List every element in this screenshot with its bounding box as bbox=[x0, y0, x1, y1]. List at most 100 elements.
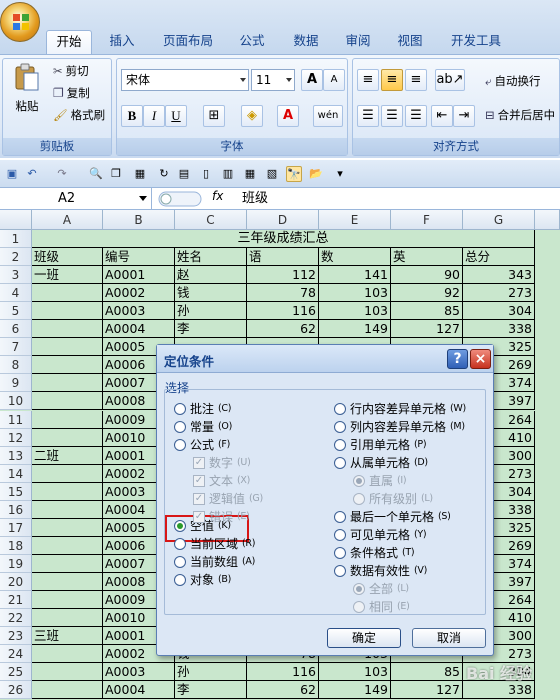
column-header[interactable]: C bbox=[175, 210, 247, 230]
decrease-indent-button[interactable]: ⇤ bbox=[431, 105, 453, 127]
table-cell[interactable]: 62 bbox=[247, 681, 319, 700]
table-cell[interactable]: 85 bbox=[391, 663, 463, 682]
option-1[interactable]: 常量 (O) bbox=[174, 418, 232, 435]
table-cell[interactable]: 钱 bbox=[175, 284, 247, 303]
merge-center-button[interactable]: ⊟ 合并后居中 bbox=[485, 107, 555, 123]
grow-font-button[interactable]: A bbox=[301, 69, 323, 91]
table-cell[interactable] bbox=[32, 518, 103, 537]
borders-button[interactable]: ⊞ bbox=[203, 105, 225, 127]
align-left-button[interactable]: ☰ bbox=[357, 105, 379, 127]
font-color-button[interactable]: A bbox=[277, 105, 299, 127]
table-cell[interactable] bbox=[32, 302, 103, 321]
find-icon[interactable]: 🔭 bbox=[286, 166, 302, 182]
align-center-button[interactable]: ☰ bbox=[381, 105, 403, 127]
customize-qat-icon[interactable]: ▾ bbox=[332, 166, 348, 182]
table-cell[interactable] bbox=[32, 464, 103, 483]
table-cell[interactable] bbox=[32, 536, 103, 555]
row-header[interactable]: 6 bbox=[0, 320, 32, 339]
table-cell[interactable] bbox=[32, 645, 103, 664]
row-header[interactable]: 20 bbox=[0, 572, 32, 591]
corner-cell[interactable] bbox=[0, 210, 32, 230]
row-header[interactable]: 23 bbox=[0, 627, 32, 646]
right-option-3[interactable]: 从属单元格 (D) bbox=[334, 454, 428, 471]
row-header[interactable]: 8 bbox=[0, 356, 32, 375]
table-cell[interactable]: 90 bbox=[391, 266, 463, 285]
close-button[interactable]: × bbox=[470, 349, 491, 369]
table-cell[interactable] bbox=[32, 500, 103, 519]
table-cell[interactable] bbox=[32, 681, 103, 700]
row-header[interactable]: 22 bbox=[0, 609, 32, 628]
table-cell[interactable] bbox=[32, 428, 103, 447]
table-cell[interactable]: 姓名 bbox=[175, 248, 247, 267]
refresh-icon[interactable]: ↻ bbox=[156, 166, 172, 182]
table-cell[interactable]: 一班 bbox=[32, 266, 103, 285]
column-header[interactable]: E bbox=[319, 210, 391, 230]
table-cell[interactable] bbox=[32, 284, 103, 303]
table-cell[interactable]: A0004 bbox=[103, 320, 175, 339]
wrap-text-button[interactable]: ⤶ 自动换行 bbox=[485, 73, 540, 89]
row-header[interactable]: 1 bbox=[0, 230, 32, 248]
increase-indent-button[interactable]: ⇥ bbox=[453, 105, 475, 127]
table-cell[interactable]: 三班 bbox=[32, 627, 103, 646]
table-cell[interactable] bbox=[32, 591, 103, 609]
align-right-button[interactable]: ☰ bbox=[405, 105, 427, 127]
table-cell[interactable]: 304 bbox=[463, 302, 535, 321]
option-6[interactable]: 对象 (B) bbox=[174, 571, 231, 588]
dependents-direct-option[interactable]: 直属 (I) bbox=[353, 472, 407, 489]
option-4[interactable]: 当前区域 (R) bbox=[174, 535, 255, 552]
undo-icon[interactable]: ↶ bbox=[24, 166, 40, 182]
table-cell[interactable]: 英 bbox=[391, 248, 463, 267]
help-button[interactable]: ? bbox=[447, 349, 468, 369]
table-cell[interactable] bbox=[32, 554, 103, 573]
cancel-button[interactable]: 取消 bbox=[412, 628, 486, 648]
copy-toolbar-icon[interactable]: ❐ bbox=[108, 166, 124, 182]
tab-developer[interactable]: 开发工具 bbox=[444, 30, 508, 54]
print-preview-icon[interactable]: 🔍 bbox=[88, 166, 104, 182]
formula-value[interactable]: 班级 bbox=[242, 188, 268, 209]
table-cell[interactable]: A0002 bbox=[103, 284, 175, 303]
row-header[interactable]: 14 bbox=[0, 464, 32, 483]
row-header[interactable]: 13 bbox=[0, 446, 32, 465]
shrink-font-button[interactable]: A bbox=[323, 69, 345, 91]
table-cell[interactable]: 338 bbox=[463, 320, 535, 339]
row-header[interactable]: 12 bbox=[0, 428, 32, 447]
sheet-icon[interactable]: ▥ bbox=[220, 166, 236, 182]
cut-button[interactable]: ✂ 剪切 bbox=[53, 63, 89, 79]
right-option-5[interactable]: 可见单元格 (Y) bbox=[334, 526, 427, 543]
right-option-6[interactable]: 条件格式 (T) bbox=[334, 544, 415, 561]
row-header[interactable]: 18 bbox=[0, 536, 32, 555]
table-cell[interactable]: 149 bbox=[319, 681, 391, 700]
table-cell[interactable]: 数 bbox=[319, 248, 391, 267]
row-header[interactable]: 15 bbox=[0, 482, 32, 501]
right-option-2[interactable]: 引用单元格 (P) bbox=[334, 436, 427, 453]
table-cell[interactable] bbox=[32, 609, 103, 628]
table-cell[interactable]: A0003 bbox=[103, 663, 175, 682]
ok-button[interactable]: 确定 bbox=[327, 628, 401, 648]
row-header[interactable]: 10 bbox=[0, 392, 32, 411]
phonetic-button[interactable]: wén bbox=[313, 105, 343, 127]
table-cell[interactable]: 127 bbox=[391, 320, 463, 339]
column-header[interactable]: A bbox=[32, 210, 103, 230]
search-function-icon[interactable] bbox=[158, 191, 202, 207]
column-header[interactable]: F bbox=[391, 210, 463, 230]
table-cell[interactable]: 语 bbox=[247, 248, 319, 267]
grid-icon[interactable]: ▤ bbox=[176, 166, 192, 182]
row-header[interactable]: 4 bbox=[0, 284, 32, 303]
right-option-4[interactable]: 最后一个单元格 (S) bbox=[334, 508, 451, 525]
row-header[interactable]: 11 bbox=[0, 410, 32, 429]
table-cell[interactable]: 李 bbox=[175, 320, 247, 339]
table-cell[interactable]: 103 bbox=[319, 284, 391, 303]
row-header[interactable]: 25 bbox=[0, 663, 32, 682]
chart-icon[interactable]: ▦ bbox=[242, 166, 258, 182]
tab-home[interactable]: 开始 bbox=[46, 30, 92, 54]
align-bottom-button[interactable]: ≡ bbox=[405, 69, 427, 91]
table-cell[interactable]: 103 bbox=[319, 302, 391, 321]
row-header[interactable]: 3 bbox=[0, 266, 32, 285]
table-cell[interactable] bbox=[32, 338, 103, 357]
column-header[interactable]: B bbox=[103, 210, 175, 230]
option-2[interactable]: 公式 (F) bbox=[174, 436, 230, 453]
format-painter-button[interactable]: 🖌 格式刷 bbox=[53, 107, 105, 123]
row-header[interactable]: 19 bbox=[0, 554, 32, 573]
right-option-0[interactable]: 行内容差异单元格 (W) bbox=[334, 400, 466, 417]
column-header[interactable]: D bbox=[247, 210, 319, 230]
